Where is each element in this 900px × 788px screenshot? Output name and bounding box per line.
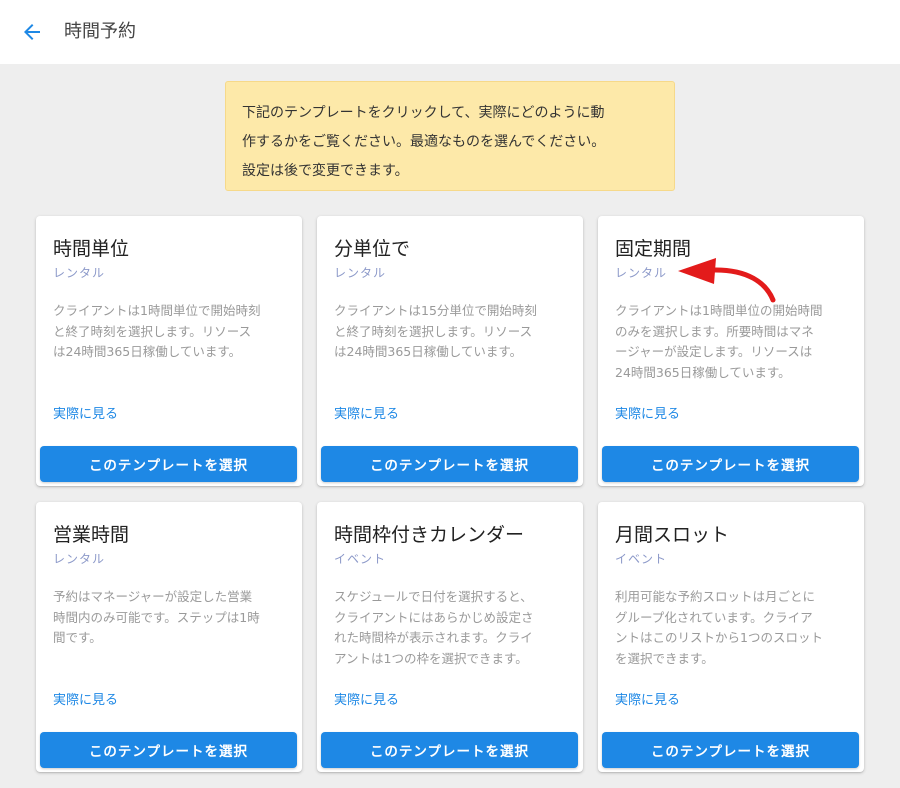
card-subtitle: イベント [334, 552, 387, 566]
desc-line: クライアントは1時間単位で開始時刻 [53, 303, 261, 318]
desc-line: 予約はマネージャーが設定した営業 [53, 589, 253, 604]
card-description: 予約はマネージャーが設定した営業 時間内のみ可能です。ステップは1時 間です。 [53, 587, 289, 649]
notice-line-3: 設定は後で変更できます。 [242, 163, 409, 179]
card-title: 月間スロット [615, 524, 730, 546]
desc-line: クライアントにはあらかじめ設定さ [334, 609, 534, 625]
card-description: クライアントは1時間単位で開始時刻 と終了時刻を選択します。リソース は24時間… [53, 301, 289, 363]
desc-line: と終了時刻を選択します。リソース [53, 323, 252, 339]
desc-line: アントは1つの枠を選択できます。 [334, 650, 528, 666]
card-subtitle: レンタル [53, 552, 106, 566]
card-title: 時間枠付きカレンダー [334, 524, 525, 546]
desc-line: 24時間365日稼働しています。 [615, 364, 791, 380]
desc-line: れた時間枠が表示されます。クライ [334, 630, 533, 645]
desc-line: 時間内のみ可能です。ステップは1時 [53, 609, 260, 625]
select-template-button[interactable]: このテンプレートを選択 [40, 446, 297, 482]
notice-line-2: 作するかをご覧ください。最適なものを選んでください。 [242, 134, 606, 150]
template-card-business-hours: 営業時間 レンタル 予約はマネージャーが設定した営業 時間内のみ可能です。ステッ… [36, 502, 302, 772]
desc-line: 利用可能な予約スロットは月ごとに [615, 589, 816, 604]
select-template-button[interactable]: このテンプレートを選択 [602, 732, 859, 768]
card-description: スケジュールで日付を選択すると、 クライアントにはあらかじめ設定さ れた時間枠が… [334, 587, 570, 669]
select-template-button[interactable]: このテンプレートを選択 [321, 732, 578, 768]
desc-line: クライアントは15分単位で開始時刻 [334, 303, 537, 318]
see-in-action-link[interactable]: 実際に見る [334, 692, 399, 710]
see-in-action-link[interactable]: 実際に見る [334, 406, 399, 424]
card-subtitle: レンタル [53, 266, 106, 280]
card-title: 営業時間 [53, 524, 130, 546]
template-card-minutes: 分単位で レンタル クライアントは15分単位で開始時刻 と終了時刻を選択します。… [317, 216, 583, 486]
see-in-action-link[interactable]: 実際に見る [53, 406, 118, 424]
template-card-hourly: 時間単位 レンタル クライアントは1時間単位で開始時刻 と終了時刻を選択します。… [36, 216, 302, 486]
card-subtitle: イベント [615, 552, 668, 566]
desc-line: ントはこのリストから1つのスロット [615, 630, 823, 645]
card-description: クライアントは15分単位で開始時刻 と終了時刻を選択します。リソース は24時間… [334, 301, 570, 363]
card-title: 時間単位 [53, 238, 130, 260]
select-template-button[interactable]: このテンプレートを選択 [40, 732, 297, 768]
template-card-timeslot-calendar: 時間枠付きカレンダー イベント スケジュールで日付を選択すると、 クライアントに… [317, 502, 583, 772]
desc-line: ージャーが設定します。リソースは [615, 344, 813, 359]
template-card-monthly-slots: 月間スロット イベント 利用可能な予約スロットは月ごとに グループ化されています… [598, 502, 864, 772]
select-template-button[interactable]: このテンプレートを選択 [602, 446, 859, 482]
see-in-action-link[interactable]: 実際に見る [53, 692, 118, 710]
desc-line: は24時間365日稼働しています。 [53, 344, 242, 359]
desc-line: スケジュールで日付を選択すると、 [334, 589, 533, 604]
desc-line: のみを選択します。所要時間はマネ [615, 323, 814, 339]
card-title: 分単位で [334, 238, 411, 260]
back-button[interactable] [14, 14, 50, 50]
arrow-left-icon [24, 24, 40, 40]
desc-line: と終了時刻を選択します。リソース [334, 323, 533, 339]
see-in-action-link[interactable]: 実際に見る [615, 406, 680, 424]
app-header: 時間予約 [0, 0, 900, 64]
instruction-notice: 下記のテンプレートをクリックして、実際にどのように動 作するかをご覧ください。最… [225, 81, 675, 191]
select-template-button[interactable]: このテンプレートを選択 [321, 446, 578, 482]
card-description: 利用可能な予約スロットは月ごとに グループ化されています。クライア ントはこのリ… [615, 587, 851, 669]
desc-line: は24時間365日稼働しています。 [334, 344, 523, 359]
desc-line: グループ化されています。クライア [615, 609, 813, 625]
annotation-arrow-icon [678, 258, 776, 303]
desc-line: を選択できます。 [615, 650, 714, 666]
page-title: 時間予約 [64, 21, 136, 42]
notice-line-1: 下記のテンプレートをクリックして、実際にどのように動 [242, 105, 605, 121]
card-subtitle: レンタル [334, 266, 387, 280]
card-subtitle: レンタル [615, 266, 668, 280]
see-in-action-link[interactable]: 実際に見る [615, 692, 680, 710]
desc-line: 間です。 [53, 630, 102, 645]
